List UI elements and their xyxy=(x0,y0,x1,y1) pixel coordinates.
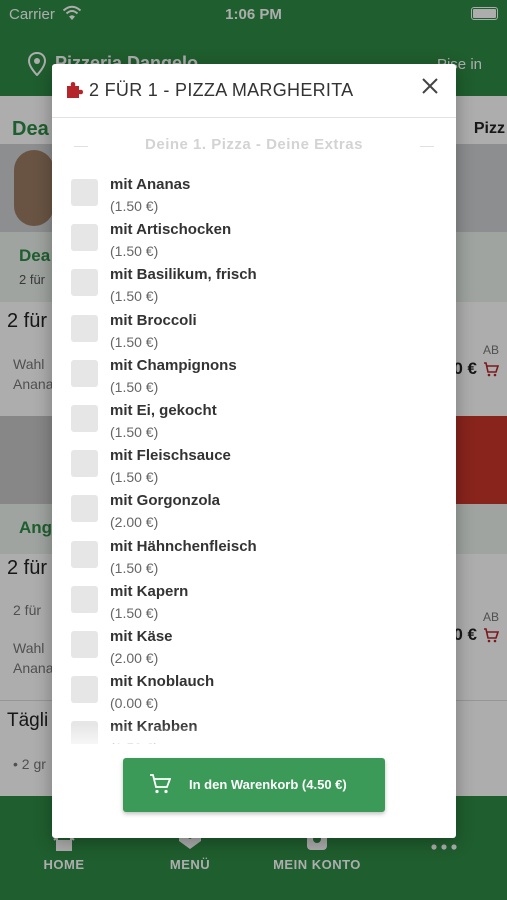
extra-checkbox[interactable] xyxy=(71,359,98,387)
extra-checkbox[interactable] xyxy=(71,450,98,478)
extras-list[interactable]: mit Ananas (1.50 €) mit Artischocken (1.50 … xyxy=(52,174,456,744)
extra-option[interactable]: mit Knoblauch (0.00 €) xyxy=(52,671,456,716)
extra-name: mit Fleischsauce xyxy=(110,447,231,465)
extra-name: mit Champignons xyxy=(110,356,237,374)
extra-name: mit Kapern xyxy=(110,582,189,600)
extra-name: mit Ananas xyxy=(110,176,191,193)
extra-checkbox[interactable] xyxy=(71,631,98,658)
extra-price: (1.50 €) xyxy=(110,469,159,486)
close-icon[interactable] xyxy=(420,76,440,96)
extra-option[interactable]: mit Artischocken (1.50 €) xyxy=(52,219,456,264)
extra-option[interactable]: mit Ananas (1.50 €) xyxy=(52,174,456,219)
extra-price: (1.50 €) xyxy=(110,559,159,576)
extra-option[interactable]: mit Gorgonzola (2.00 €) xyxy=(52,490,456,535)
extra-option[interactable]: mit Basilikum, frisch (1.50 €) xyxy=(52,264,456,309)
extra-option[interactable]: mit Broccoli (1.50 €) xyxy=(52,310,456,355)
extra-price: (1.50 €) xyxy=(110,198,159,214)
extra-option[interactable]: mit Käse (2.00 €) xyxy=(52,626,456,671)
extra-price: (1.50 €) xyxy=(110,333,159,350)
extra-name: mit Artischocken xyxy=(110,221,232,239)
extra-name: mit Hähnchenfleisch xyxy=(110,537,257,555)
extra-price: (1.50 €) xyxy=(110,604,159,621)
extra-option[interactable]: mit Champignons (1.50 €) xyxy=(52,355,456,400)
add-to-cart-label: In den Warenkorb (4.50 €) xyxy=(189,777,347,792)
extra-price: (1.50 €) xyxy=(110,243,159,260)
extra-price: (2.00 €) xyxy=(110,650,159,666)
extra-name: mit Käse xyxy=(110,628,173,645)
extra-name: mit Ei, gekocht xyxy=(110,402,217,419)
modal-title: 2 FÜR 1 - PIZZA MARGHERITA xyxy=(89,80,354,100)
extra-option[interactable]: mit Kapern (1.50 €) xyxy=(52,581,456,626)
extra-checkbox[interactable] xyxy=(71,269,98,297)
extra-checkbox[interactable] xyxy=(71,495,98,523)
extra-checkbox[interactable] xyxy=(71,314,98,342)
cart-icon xyxy=(150,774,171,794)
extra-checkbox[interactable] xyxy=(71,405,98,432)
extra-price: (1.50 €) xyxy=(110,424,159,440)
extra-price: (1.50 €) xyxy=(110,378,159,395)
extra-option[interactable]: mit Fleischsauce (1.50 €) xyxy=(52,445,456,490)
extra-price: (2.00 €) xyxy=(110,514,159,531)
extra-checkbox[interactable] xyxy=(71,585,98,613)
extras-modal: 2 FÜR 1 - PIZZA MARGHERITA Deine 1. Pizz… xyxy=(52,64,456,838)
section-label: Deine 1. Pizza - Deine Extras xyxy=(145,136,363,153)
extra-name: mit Knoblauch xyxy=(110,673,215,691)
extra-name: mit Broccoli xyxy=(110,311,197,329)
extra-price: (1.50 €) xyxy=(110,288,159,305)
puzzle-icon xyxy=(67,82,83,98)
extra-option[interactable]: mit Ei, gekocht (1.50 €) xyxy=(52,400,456,445)
extra-checkbox[interactable] xyxy=(71,676,98,704)
extra-checkbox[interactable] xyxy=(71,224,98,252)
modal-header: 2 FÜR 1 - PIZZA MARGHERITA xyxy=(52,64,456,118)
extra-checkbox[interactable] xyxy=(71,179,98,206)
extra-name: mit Gorgonzola xyxy=(110,492,220,510)
add-to-cart-button[interactable]: In den Warenkorb (4.50 €) xyxy=(123,758,385,812)
extra-option[interactable]: mit Hähnchenfleisch (1.50 €) xyxy=(52,536,456,581)
extra-checkbox[interactable] xyxy=(71,540,98,568)
section-separator: Deine 1. Pizza - Deine Extras xyxy=(74,136,434,156)
extra-name: mit Basilikum, frisch xyxy=(110,266,257,284)
extra-price: (0.00 €) xyxy=(110,695,159,712)
